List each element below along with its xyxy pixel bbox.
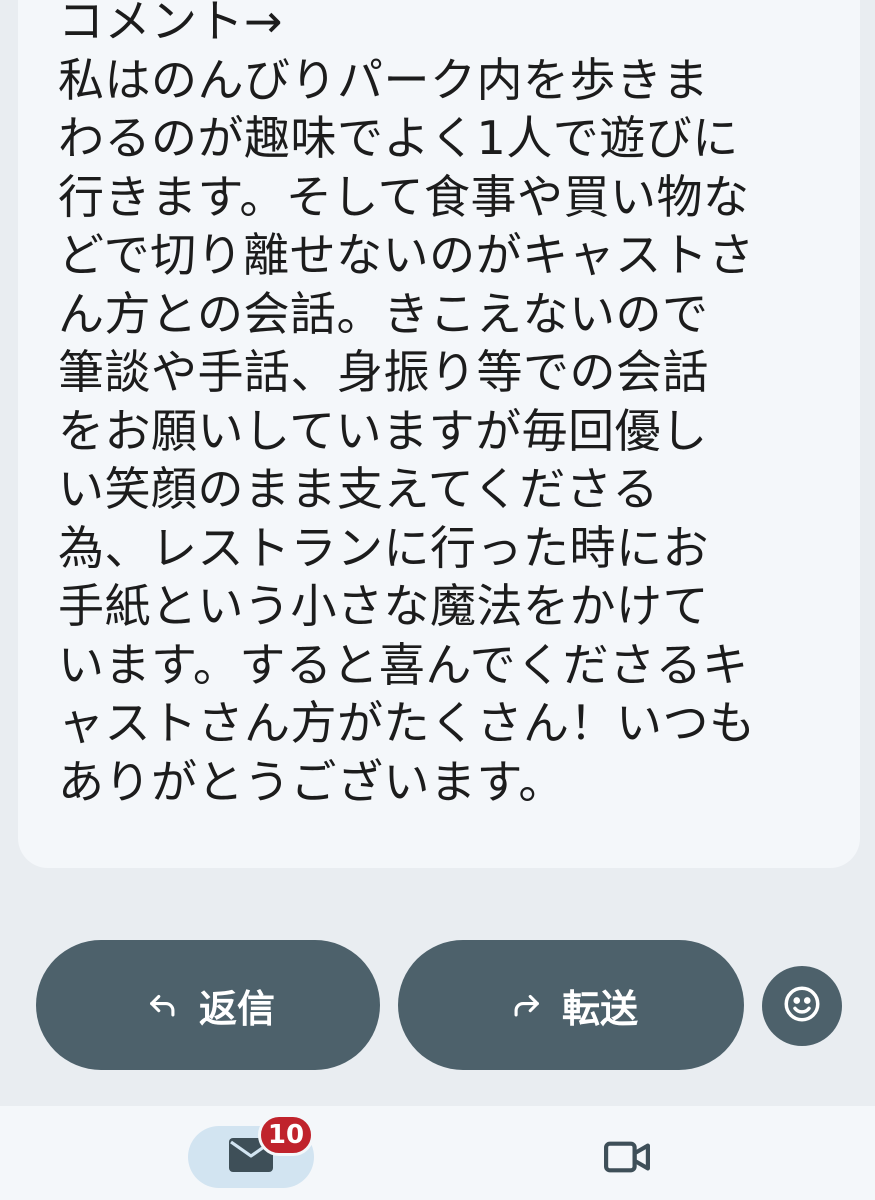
message-line: 行きます。そして食事や買い物な bbox=[58, 169, 750, 224]
message-line: ありがとうございます。 bbox=[58, 754, 565, 809]
message-line: 筆談や手話、身振り等での会話 bbox=[58, 345, 709, 399]
video-camera-icon bbox=[602, 1138, 652, 1180]
message-line: どで切り離せないのがキャストさ bbox=[58, 228, 755, 282]
message-line: 為、レストランに行った時にお bbox=[58, 520, 709, 575]
forward-arrow-icon bbox=[504, 983, 548, 1027]
message-line: ャストさん方がたくさん！いつも bbox=[58, 696, 756, 750]
forward-button[interactable]: 転送 bbox=[398, 940, 744, 1070]
reply-arrow-icon bbox=[141, 983, 185, 1027]
smiley-icon bbox=[781, 983, 823, 1029]
message-body-text: コメント→ 私はのんびりパーク内を歩きま わるのが趣味でよく1人で遊びに 行きま… bbox=[58, 0, 838, 811]
reply-button-label: 返信 bbox=[198, 986, 275, 1031]
email-view-screen: コメント→ 私はのんびりパーク内を歩きま わるのが趣味でよく1人で遊びに 行きま… bbox=[0, 0, 875, 1200]
message-line: 私はのんびりパーク内を歩きま bbox=[58, 52, 709, 107]
bottom-navigation-bar: 10 bbox=[0, 1106, 875, 1200]
message-line: コメント→ bbox=[58, 0, 284, 48]
message-line: います。すると喜んでくださるキ bbox=[58, 637, 749, 692]
message-line: ん方との会話。きこえないので bbox=[58, 286, 709, 341]
nav-video-tab[interactable] bbox=[596, 1134, 658, 1184]
message-line: い笑顔のまま支えてくださる bbox=[58, 462, 659, 516]
message-line: 手紙という小さな魔法をかけて bbox=[58, 579, 709, 633]
message-line: わるのが趣味でよく1人で遊びに bbox=[58, 111, 739, 165]
reply-button[interactable]: 返信 bbox=[36, 940, 380, 1070]
emoji-reaction-button[interactable] bbox=[762, 966, 842, 1046]
unread-count-badge: 10 bbox=[258, 1114, 314, 1156]
message-line: をお願いしていますが毎回優し bbox=[58, 403, 708, 458]
forward-button-label: 転送 bbox=[561, 986, 638, 1031]
